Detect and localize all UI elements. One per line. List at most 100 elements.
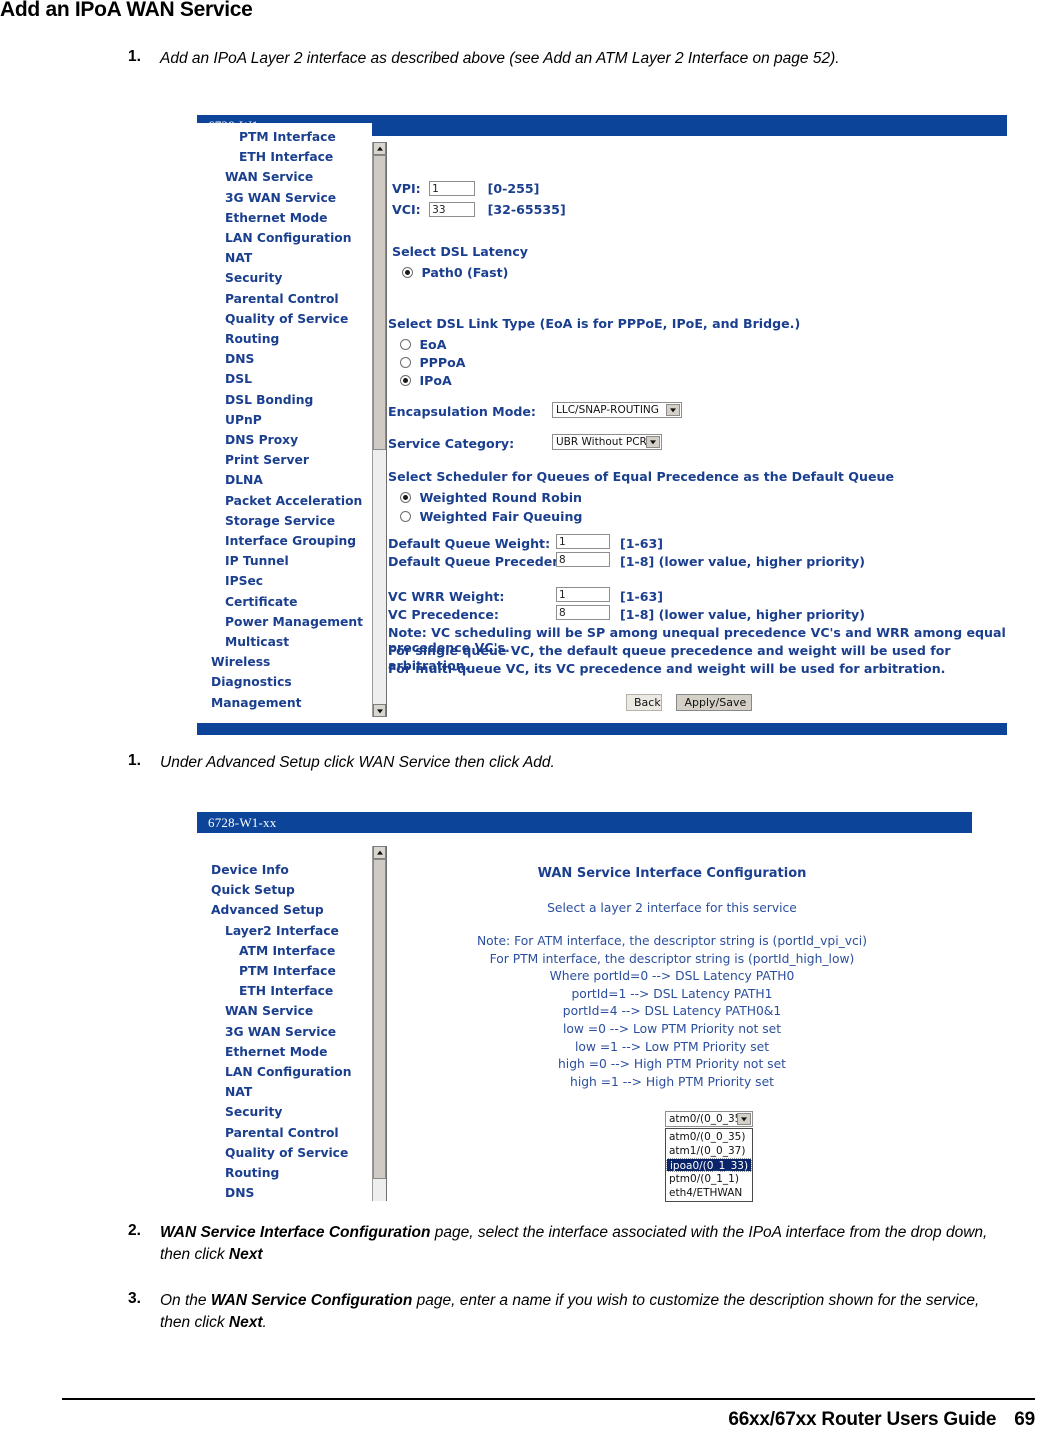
sidebar-item-ethernet-mode[interactable]: Ethernet Mode bbox=[197, 208, 372, 228]
default-queue-weight-input[interactable]: 1 bbox=[556, 534, 610, 549]
radio-icon[interactable] bbox=[400, 339, 411, 351]
link-type-option-eoa[interactable]: EoA bbox=[400, 336, 446, 354]
chevron-down-icon[interactable] bbox=[737, 1112, 751, 1125]
option-item[interactable]: atm1/(0_0_37) bbox=[666, 1144, 752, 1158]
nav-item-label: Advanced Setup bbox=[211, 903, 324, 918]
sidebar-item-diagnostics[interactable]: Diagnostics bbox=[197, 672, 372, 692]
sidebar-item-atm-interface[interactable]: ATM Interface bbox=[197, 941, 372, 961]
sidebar-item-layer2-interface[interactable]: Layer2 Interface bbox=[197, 921, 372, 941]
sidebar-item-advanced-setup[interactable]: Advanced Setup bbox=[197, 900, 372, 920]
sidebar-item-3g-wan-service[interactable]: 3G WAN Service bbox=[197, 1022, 372, 1042]
document-page: Add an IPoA WAN Service 1. Add an IPoA L… bbox=[0, 0, 1057, 1440]
sidebar-item-security[interactable]: Security bbox=[197, 268, 372, 288]
sidebar-item-multicast[interactable]: Multicast bbox=[197, 632, 372, 652]
encapsulation-mode-select[interactable]: LLC/SNAP-ROUTING bbox=[552, 401, 682, 418]
sidebar-item-wan-service[interactable]: WAN Service bbox=[197, 1001, 372, 1021]
sidebar-item-3g-wan-service[interactable]: 3G WAN Service bbox=[197, 188, 372, 208]
vci-input[interactable]: 33 bbox=[429, 202, 476, 218]
sidebar-nav-1[interactable]: PTM Interface ETH Interface WAN Service 3G … bbox=[197, 123, 372, 710]
chevron-down-icon[interactable] bbox=[666, 403, 680, 416]
sidebar-item-security[interactable]: Security bbox=[197, 1102, 372, 1122]
layer2-interface-option-list[interactable]: atm0/(0_0_35) atm1/(0_0_37) ipoa0/(0_1_33)… bbox=[665, 1128, 753, 1202]
radio-icon[interactable] bbox=[400, 492, 411, 504]
sidebar-item-dns[interactable]: DNS bbox=[197, 349, 372, 369]
nav-item-label: DSL bbox=[225, 372, 252, 387]
back-button[interactable]: Back bbox=[626, 694, 662, 711]
nav-item-label: Quick Setup bbox=[211, 883, 295, 898]
sidebar-item-wan-service[interactable]: WAN Service bbox=[197, 167, 372, 187]
sidebar-item-nat[interactable]: NAT bbox=[197, 248, 372, 268]
sidebar-item-routing[interactable]: Routing bbox=[197, 1163, 372, 1183]
form-buttons: Back Apply/Save bbox=[626, 693, 753, 711]
window-footer-bar-1 bbox=[197, 723, 1007, 735]
sidebar-item-quality-of-service[interactable]: Quality of Service bbox=[197, 309, 372, 329]
sidebar-item-dsl-bonding[interactable]: DSL Bonding bbox=[197, 390, 372, 410]
sidebar-item-ipsec[interactable]: IPSec bbox=[197, 571, 372, 591]
sidebar-item-packet-acceleration[interactable]: Packet Acceleration bbox=[197, 491, 372, 511]
option-item[interactable]: atm0/(0_0_35) bbox=[666, 1130, 752, 1144]
footer: 66xx/67xx Router Users Guide 69 bbox=[728, 1409, 1035, 1431]
sidebar-item-ethernet-mode[interactable]: Ethernet Mode bbox=[197, 1042, 372, 1062]
sidebar-item-device-info[interactable]: Device Info bbox=[197, 860, 372, 880]
layer2-interface-select[interactable]: atm0/(0_0_35) bbox=[665, 1110, 753, 1127]
link-type-option-pppoa[interactable]: PPPoA bbox=[400, 354, 466, 372]
sidebar-item-lan-configuration[interactable]: LAN Configuration bbox=[197, 228, 372, 248]
sidebar-item-ptm-interface[interactable]: PTM Interface bbox=[197, 127, 372, 147]
sidebar-nav-2[interactable]: Device Info Quick Setup Advanced Setup Laye… bbox=[197, 833, 372, 1201]
apply-save-button[interactable]: Apply/Save bbox=[676, 694, 753, 711]
option-label: Weighted Fair Queuing bbox=[419, 509, 583, 524]
sidebar-item-dlna[interactable]: DLNA bbox=[197, 470, 372, 490]
sidebar-item-quick-setup[interactable]: Quick Setup bbox=[197, 880, 372, 900]
sidebar-item-parental-control[interactable]: Parental Control bbox=[197, 289, 372, 309]
sidebar-item-power-management[interactable]: Power Management bbox=[197, 612, 372, 632]
sidebar-item-eth-interface[interactable]: ETH Interface bbox=[197, 147, 372, 167]
step-text: WAN Service Interface Configuration page… bbox=[160, 1224, 988, 1263]
sidebar-item-routing[interactable]: Routing bbox=[197, 329, 372, 349]
sidebar-item-upnp[interactable]: UPnP bbox=[197, 410, 372, 430]
option-item[interactable]: ipoa0/(0_1_33) bbox=[666, 1158, 753, 1172]
step-number: 3. bbox=[128, 1290, 141, 1307]
sidebar-item-lan-configuration[interactable]: LAN Configuration bbox=[197, 1062, 372, 1082]
sidebar-item-certificate[interactable]: Certificate bbox=[197, 592, 372, 612]
nav-item-label: Security bbox=[225, 271, 283, 286]
vc-precedence-input[interactable]: 8 bbox=[556, 605, 610, 620]
note-line: portId=4 --> DSL Latency PATH0&1 bbox=[562, 1004, 782, 1019]
scheduler-option-wfq[interactable]: Weighted Fair Queuing bbox=[400, 508, 582, 526]
step-2: 1. Under Advanced Setup click WAN Servic… bbox=[118, 752, 988, 774]
nav-item-label: LAN Configuration bbox=[225, 1065, 352, 1080]
radio-icon[interactable] bbox=[402, 267, 413, 279]
option-item[interactable]: eth4/ETHWAN bbox=[666, 1186, 752, 1200]
sidebar-item-ip-tunnel[interactable]: IP Tunnel bbox=[197, 551, 372, 571]
radio-icon[interactable] bbox=[400, 357, 411, 369]
option-label: IPoA bbox=[419, 373, 452, 388]
dsl-latency-option-path0[interactable]: Path0 (Fast) bbox=[402, 264, 508, 282]
sidebar-item-ptm-interface[interactable]: PTM Interface bbox=[197, 961, 372, 981]
sidebar-item-management[interactable]: Management bbox=[197, 693, 372, 710]
vc-wrr-weight-input[interactable]: 1 bbox=[556, 587, 610, 602]
sidebar-item-wireless[interactable]: Wireless bbox=[197, 652, 372, 672]
nav-item-label: WAN Service bbox=[225, 1004, 314, 1019]
sidebar-item-dns-proxy[interactable]: DNS Proxy bbox=[197, 430, 372, 450]
option-item[interactable]: ptm0/(0_1_1) bbox=[666, 1172, 752, 1186]
link-type-option-ipoa[interactable]: IPoA bbox=[400, 372, 452, 390]
radio-icon[interactable] bbox=[400, 375, 411, 387]
vpi-input[interactable]: 1 bbox=[429, 181, 476, 197]
sidebar-item-parental-control[interactable]: Parental Control bbox=[197, 1123, 372, 1143]
radio-icon[interactable] bbox=[400, 511, 411, 523]
step-1: 1. Add an IPoA Layer 2 interface as desc… bbox=[118, 48, 988, 70]
service-category-select[interactable]: UBR Without PCR bbox=[552, 433, 662, 450]
sidebar-item-nat[interactable]: NAT bbox=[197, 1082, 372, 1102]
sidebar-item-storage-service[interactable]: Storage Service bbox=[197, 511, 372, 531]
nav-item-label: Power Management bbox=[225, 614, 364, 629]
sidebar-item-print-server[interactable]: Print Server bbox=[197, 450, 372, 470]
chevron-down-icon[interactable] bbox=[646, 435, 660, 448]
scheduler-option-wrr[interactable]: Weighted Round Robin bbox=[400, 489, 582, 507]
sidebar-item-dsl[interactable]: DSL bbox=[197, 369, 372, 389]
sidebar-item-interface-grouping[interactable]: Interface Grouping bbox=[197, 531, 372, 551]
sidebar-item-dns[interactable]: DNS bbox=[197, 1183, 372, 1201]
sidebar-item-quality-of-service[interactable]: Quality of Service bbox=[197, 1143, 372, 1163]
sidebar-item-eth-interface[interactable]: ETH Interface bbox=[197, 981, 372, 1001]
footer-divider bbox=[62, 1398, 1035, 1400]
default-queue-precedence-input[interactable]: 8 bbox=[556, 552, 610, 567]
nav-item-label: IPSec bbox=[225, 574, 264, 589]
